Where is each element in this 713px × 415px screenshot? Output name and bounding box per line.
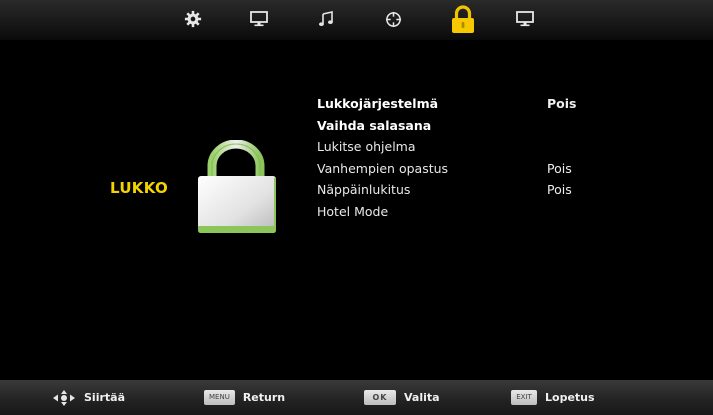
music-note-icon bbox=[319, 11, 333, 26]
hint-menu-label: Return bbox=[242, 391, 286, 404]
tab-screen[interactable] bbox=[244, 4, 274, 34]
exit-key-icon: EXIT bbox=[511, 390, 537, 405]
lock-menu: Lukkojärjestelmä Pois Vaihda salasana Lu… bbox=[317, 93, 637, 223]
dpad-icon bbox=[53, 389, 75, 406]
menu-item-change-password[interactable]: Vaihda salasana bbox=[317, 115, 637, 137]
hint-exit: EXIT Lopetus bbox=[511, 380, 595, 415]
menu-key-icon: MENU bbox=[204, 390, 235, 405]
menu-item-lock-program[interactable]: Lukitse ohjelma bbox=[317, 136, 637, 158]
hint-ok: OK Valita bbox=[364, 380, 440, 415]
menu-item-value: Pois bbox=[547, 160, 572, 176]
menu-item-value: Pois bbox=[547, 96, 577, 111]
tab-sound[interactable] bbox=[311, 4, 341, 34]
gear-icon bbox=[184, 10, 202, 28]
hint-exit-label: Lopetus bbox=[545, 391, 595, 404]
padlock-icon bbox=[192, 139, 282, 240]
tab-time[interactable] bbox=[378, 4, 408, 34]
lock-icon bbox=[452, 4, 474, 33]
menu-item-label: Hotel Mode bbox=[317, 203, 389, 219]
menu-item-label: Näppäinlukitus bbox=[317, 182, 411, 198]
section-title: LUKKO bbox=[110, 179, 169, 197]
hint-menu: MENU Return bbox=[204, 380, 285, 415]
hint-move-label: Siirtää bbox=[84, 391, 125, 404]
ok-key-icon: OK bbox=[364, 390, 396, 405]
hint-ok-label: Valita bbox=[404, 391, 440, 404]
menu-item-key-lock[interactable]: Näppäinlukitus Pois bbox=[317, 179, 637, 201]
tab-setup[interactable] bbox=[510, 4, 540, 34]
menu-item-lock-system[interactable]: Lukkojärjestelmä Pois bbox=[317, 93, 637, 115]
menu-item-hotel-mode[interactable]: Hotel Mode bbox=[317, 201, 637, 223]
crosshair-icon bbox=[385, 11, 401, 27]
hint-move: Siirtää bbox=[52, 380, 125, 415]
menu-item-parental-guidance[interactable]: Vanhempien opastus Pois bbox=[317, 158, 637, 180]
bottom-hint-bar: Siirtää MENU Return OK Valita EXIT Lopet… bbox=[0, 380, 713, 415]
display-icon bbox=[516, 11, 534, 27]
monitor-icon bbox=[250, 11, 268, 27]
menu-item-label: Vaihda salasana bbox=[317, 117, 432, 133]
menu-item-label: Lukitse ohjelma bbox=[317, 139, 416, 155]
top-tab-bar bbox=[0, 0, 713, 40]
tab-lock[interactable] bbox=[448, 3, 478, 36]
menu-item-label: Vanhempien opastus bbox=[317, 160, 449, 176]
menu-item-value: Pois bbox=[547, 182, 572, 198]
menu-item-label: Lukkojärjestelmä bbox=[317, 96, 439, 111]
tab-picture-settings[interactable] bbox=[178, 4, 208, 34]
